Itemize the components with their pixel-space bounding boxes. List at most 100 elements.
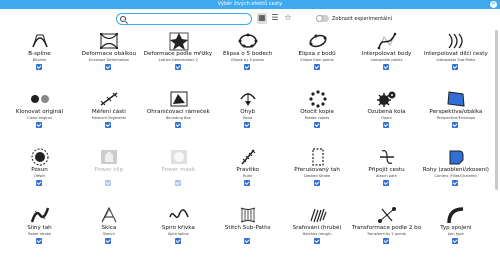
effect-checkbox[interactable] [313, 64, 320, 70]
effect-item[interactable]: Šrafování (hrubé) Hatches (rough) [283, 201, 352, 257]
effect-item[interactable]: Rohy (zaoblení/zkosení) Corners (Fillet/C… [421, 143, 490, 199]
effect-checkbox[interactable] [36, 180, 42, 186]
effect-item[interactable]: Typ spojení Join type [421, 201, 490, 257]
effect-item[interactable]: Deformace podle mřížky 2 Lattice Deformat… [144, 27, 213, 83]
effect-item[interactable]: Stitch Sub-Paths [213, 201, 282, 257]
effect-checkbox[interactable] [452, 122, 459, 128]
effect-checkbox[interactable] [452, 180, 459, 186]
effect-item[interactable]: Skica Sketch [74, 201, 143, 257]
list-view-button[interactable]: ☰ [270, 13, 280, 24]
grid-view-button[interactable]: ▦ [257, 13, 267, 24]
ellipse-points-icon [307, 31, 329, 51]
effect-checkbox[interactable] [105, 122, 112, 128]
effect-item[interactable]: Přerušovaný tah Dashed Stroke [283, 143, 352, 199]
effect-name: Přerušovaný tah [294, 167, 340, 173]
effect-checkbox[interactable] [244, 238, 251, 244]
effect-name: Rohy (zaoblení/zkosení) [422, 167, 489, 173]
effect-subtitle: Transform by 2 points [366, 232, 407, 236]
effect-subtitle: Dashed Stroke [303, 174, 331, 178]
effect-item[interactable]: Připojit cestu Attach path [352, 143, 421, 199]
effect-checkbox[interactable] [105, 238, 112, 244]
effect-name: Power mask [161, 167, 196, 173]
search-box[interactable] [116, 13, 252, 25]
effect-name: Měření části [91, 109, 126, 115]
effect-item[interactable]: Ohraničovací rámeček Bounding Box [144, 85, 213, 141]
effect-checkbox[interactable] [105, 64, 112, 70]
effect-subtitle: Interpolate points [370, 58, 403, 62]
effect-item[interactable]: Měření části Measure Segments [74, 85, 143, 141]
effect-item[interactable]: Ohyb Bend [213, 85, 282, 141]
effect-checkbox[interactable] [244, 180, 251, 186]
interpolate-points-icon [376, 31, 398, 51]
effect-name: Elipsa z bodů [298, 51, 336, 57]
effect-item[interactable]: Otočit kopie Rotate copies [283, 85, 352, 141]
effect-checkbox[interactable] [36, 122, 42, 128]
effect-name: Otočit kopie [300, 109, 334, 115]
favorites-button[interactable]: ☆ [283, 13, 293, 24]
grid-view-icon: ▦ [258, 13, 266, 22]
search-icon [120, 16, 126, 22]
effect-item[interactable]: Transformace podle 2 bo... Transform by 2… [352, 201, 421, 257]
effect-name: Ozubená kola [367, 109, 406, 115]
effect-checkbox[interactable] [244, 64, 251, 70]
effect-item[interactable]: Interpolovat body Interpolate points [352, 27, 421, 83]
effect-checkbox[interactable] [244, 122, 251, 128]
effect-checkbox[interactable] [383, 122, 389, 128]
effect-checkbox[interactable] [313, 238, 320, 244]
effect-item[interactable]: Power clip [74, 143, 143, 199]
lattice-icon [168, 31, 190, 51]
star-icon: ☆ [284, 13, 292, 22]
effect-checkbox[interactable] [105, 180, 112, 186]
power-clip-icon [98, 147, 120, 167]
effect-subtitle: Interpolate Sub-Paths [436, 58, 476, 62]
effect-item[interactable]: Spiro křivka Spiro spline [144, 201, 213, 257]
effect-name: Deformace podle mřížky 2 [143, 51, 213, 57]
effect-name: Perspektiva/obálka [429, 109, 483, 115]
effect-checkbox[interactable] [174, 238, 181, 244]
effect-item[interactable]: B-spline BSpline [5, 27, 74, 83]
effect-subtitle: Lattice Deformation 2 [158, 58, 198, 62]
effect-name: Silný tah [27, 225, 52, 231]
effect-item[interactable]: Power mask [144, 143, 213, 199]
effect-item[interactable]: Silný tah Power stroke [5, 201, 74, 257]
scrollbar[interactable] [495, 30, 498, 190]
corners-icon [445, 147, 467, 167]
effect-checkbox[interactable] [452, 238, 459, 244]
effect-name: Stitch Sub-Paths [224, 225, 271, 231]
bspline-icon [29, 31, 51, 51]
effect-item[interactable]: Elipsa o 5 bodech Ellipse by 5 points [213, 27, 282, 83]
effect-checkbox[interactable] [383, 180, 389, 186]
effect-item[interactable]: Klonovat originál Clone original [5, 85, 74, 141]
effect-item[interactable]: Interpolovat dílčí cesty Interpolate Sub-… [421, 27, 490, 83]
effect-subtitle: Attach path [376, 174, 397, 178]
effect-subtitle: Corners (Fillet/Chamfer) [434, 174, 478, 178]
search-input[interactable] [129, 15, 249, 23]
spiro-icon [168, 205, 190, 225]
clone-original-icon [29, 89, 51, 109]
experimental-label: Zobrazit experimentální [332, 16, 393, 22]
effect-item[interactable]: Elipsa z bodů Ellipse from points [283, 27, 352, 83]
effect-item[interactable]: Ozubená kola Gears [352, 85, 421, 141]
effect-name: Interpolovat body [361, 51, 412, 57]
effect-checkbox[interactable] [174, 122, 181, 128]
experimental-toggle[interactable] [316, 15, 329, 22]
effect-checkbox[interactable] [36, 238, 42, 244]
effect-checkbox[interactable] [174, 180, 181, 186]
effect-name: Power clip [94, 167, 124, 173]
effect-checkbox[interactable] [383, 238, 389, 244]
effect-checkbox[interactable] [174, 64, 181, 70]
list-view-icon: ☰ [271, 13, 279, 22]
effect-item[interactable]: Pravítko Ruler [213, 143, 282, 199]
effect-item[interactable]: Posun Offset [5, 143, 74, 199]
effect-item[interactable]: Perspektiva/obálka Perspective/Envelope [421, 85, 490, 141]
effect-checkbox[interactable] [313, 180, 320, 186]
effect-checkbox[interactable] [383, 64, 389, 70]
effect-checkbox[interactable] [452, 64, 459, 70]
window-title: Výběr živých efektů cesty [217, 1, 283, 7]
bend-icon [237, 89, 259, 109]
effect-checkbox[interactable] [313, 122, 320, 128]
close-icon[interactable]: ✕ [490, 1, 497, 8]
effect-checkbox[interactable] [36, 64, 42, 70]
effect-item[interactable]: Deformace obálkou Envelope Deformation [74, 27, 143, 83]
effect-name: Pravítko [236, 167, 259, 173]
